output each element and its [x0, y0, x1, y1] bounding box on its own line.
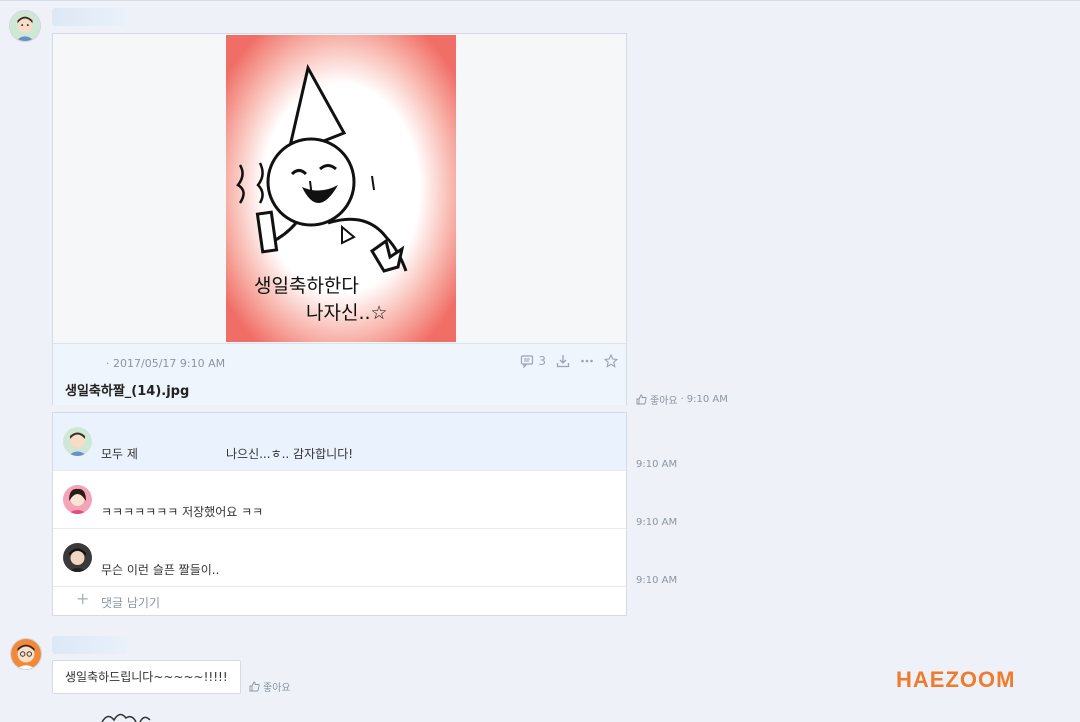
reply-like-button[interactable]: 좋아요 — [249, 679, 291, 694]
comment-item[interactable]: 모두 제 나으신...ㅎ.. 감자합니다! — [53, 413, 626, 471]
image-caption-line1: 생일축하한다 — [254, 275, 359, 297]
image-preview-area[interactable]: 생일축하한다 나자신..☆ — [53, 34, 626, 343]
download-icon — [556, 355, 570, 368]
avatar-face-icon — [11, 639, 41, 669]
comment-count-button[interactable]: 3 — [520, 354, 546, 368]
thumbs-up-icon — [636, 394, 647, 405]
like-label: 좋아요 — [263, 683, 291, 694]
like-label: 좋아요 — [650, 396, 678, 407]
comment-item[interactable]: 무슨 이런 슬픈 짤들이.. — [53, 529, 626, 587]
comment-text: 나으신...ㅎ.. 감자합니다! — [226, 447, 354, 461]
comment-time: 9:10 AM — [636, 459, 678, 470]
avatar-face-icon — [63, 485, 92, 514]
commenter-avatar[interactable] — [63, 427, 92, 456]
comment-thread: 모두 제 나으신...ㅎ.. 감자합니다! ㅋㅋㅋㅋㅋㅋㅋ 저장했어요 ㅋㅋ 무… — [52, 412, 627, 616]
more-button[interactable] — [580, 354, 594, 368]
comment-text: ㅋㅋㅋㅋㅋㅋㅋ 저장했어요 ㅋㅋ — [101, 505, 264, 519]
avatar-face-icon — [63, 543, 92, 572]
avatar-face-icon — [10, 11, 40, 41]
file-card[interactable]: 생일축하한다 나자신..☆ · 2017/05/17 9:10 AM 생일축하짤… — [52, 33, 627, 405]
birthday-image[interactable]: 생일축하한다 나자신..☆ — [226, 35, 456, 342]
author-avatar[interactable] — [10, 638, 42, 670]
comment-author: 모두 제 — [101, 447, 138, 461]
author-avatar[interactable] — [9, 10, 41, 42]
plus-icon: + — [76, 589, 90, 608]
upload-meta: · 2017/05/17 9:10 AM — [106, 357, 226, 370]
comment-icon — [521, 355, 534, 368]
top-divider — [0, 0, 1080, 1]
file-actions: 3 — [520, 354, 618, 368]
more-icon — [581, 359, 593, 363]
comment-time: 9:10 AM — [636, 517, 678, 528]
author-name-blurred — [52, 8, 126, 26]
commenter-avatar[interactable] — [63, 485, 92, 514]
download-button[interactable] — [556, 354, 570, 368]
comment-count: 3 — [538, 354, 546, 368]
author-name-blurred — [52, 636, 128, 654]
brand-watermark: HAEZOOM — [896, 667, 1016, 692]
avatar-face-icon — [63, 427, 92, 456]
post-time: 9:10 AM — [686, 394, 728, 405]
image-caption-line2: 나자신..☆ — [306, 302, 388, 324]
reply-message[interactable]: 생일축하드립니다~~~~~!!!!! — [52, 660, 241, 694]
comment-item[interactable]: ㅋㅋㅋㅋㅋㅋㅋ 저장했어요 ㅋㅋ — [53, 471, 626, 529]
file-meta-bar: · 2017/05/17 9:10 AM 생일축하짤_(14).jpg 3 — [53, 343, 626, 405]
star-icon — [604, 354, 618, 368]
add-comment-button[interactable]: + 댓글 남기기 — [53, 586, 626, 615]
comment-text: 무슨 이런 슬픈 짤들이.. — [101, 563, 220, 577]
add-comment-label: 댓글 남기기 — [101, 596, 161, 610]
comment-time: 9:10 AM — [636, 575, 678, 586]
dot-separator: · — [680, 394, 684, 405]
star-button[interactable] — [604, 354, 618, 368]
commenter-avatar[interactable] — [63, 543, 92, 572]
thumbs-up-icon — [249, 681, 260, 692]
like-button[interactable]: 좋아요 · 9:10 AM — [636, 392, 728, 407]
file-name[interactable]: 생일축하짤_(14).jpg — [65, 380, 189, 399]
